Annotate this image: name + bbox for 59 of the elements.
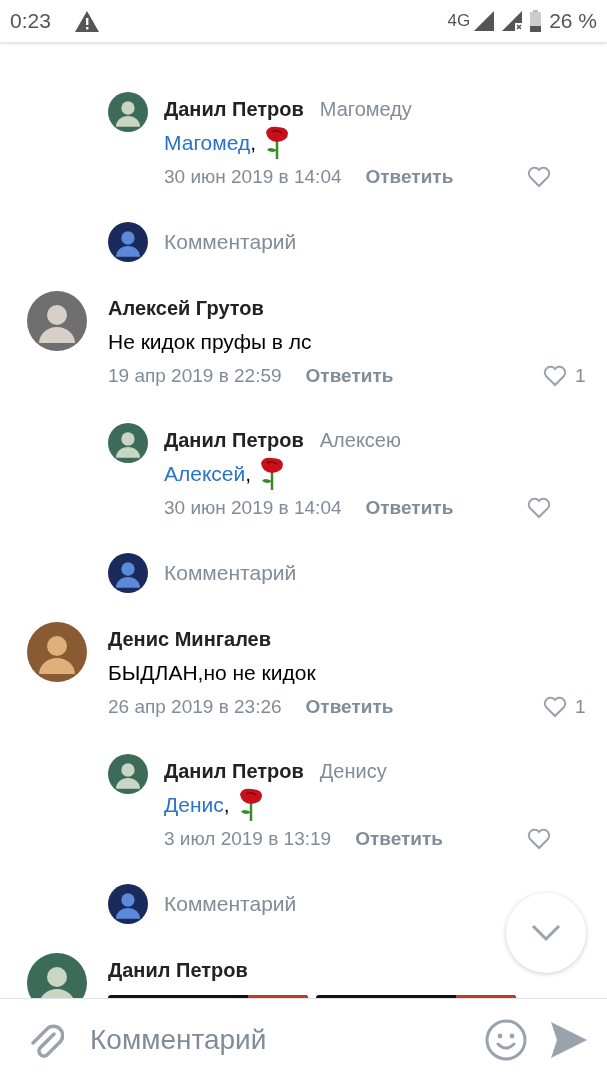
like-icon[interactable] bbox=[543, 696, 567, 718]
battery-icon bbox=[530, 10, 542, 32]
rose-icon bbox=[259, 457, 286, 491]
avatar bbox=[108, 884, 148, 924]
reply-link[interactable]: Ответить bbox=[355, 822, 443, 856]
avatar bbox=[108, 92, 148, 132]
signal-icon bbox=[474, 11, 495, 31]
reply-field[interactable]: Комментарий bbox=[164, 888, 297, 920]
reply-field[interactable]: Комментарий bbox=[164, 557, 297, 589]
avatar bbox=[27, 291, 87, 351]
like-icon[interactable] bbox=[527, 828, 551, 850]
battery-level: 26 % bbox=[549, 8, 597, 35]
mention-link[interactable]: Магомед bbox=[164, 131, 251, 154]
comment-date: 26 апр 2019 в 23:26 bbox=[108, 695, 282, 719]
reply-link[interactable]: Ответить bbox=[305, 359, 394, 393]
author-name: Денис Мингалев bbox=[108, 627, 273, 652]
like-count: 1 bbox=[575, 364, 586, 388]
reply-recipient: Магомеду bbox=[319, 98, 412, 120]
comment-date: 3 июл 2019 в 13:19 bbox=[164, 827, 332, 851]
author-name: Данил Петров bbox=[108, 958, 249, 983]
rose-icon bbox=[264, 126, 291, 160]
avatar bbox=[108, 423, 148, 463]
comment-text: Не кидок пруфы в лс bbox=[108, 329, 313, 355]
avatar bbox=[27, 622, 87, 682]
mention-link[interactable]: Денис bbox=[164, 793, 224, 816]
scroll-down-button[interactable] bbox=[506, 893, 586, 973]
comment-text: Денис, bbox=[164, 792, 230, 818]
avatar bbox=[108, 222, 148, 262]
rose-icon bbox=[237, 788, 264, 822]
send-icon[interactable] bbox=[551, 1021, 587, 1058]
comment-text: Алексей, bbox=[164, 461, 252, 487]
comment-text: Магомед, bbox=[164, 130, 257, 156]
author-name: Данил Петров bbox=[164, 98, 304, 120]
like-icon[interactable] bbox=[543, 365, 567, 387]
comment-date: 19 апр 2019 в 22:59 bbox=[108, 364, 282, 388]
like-icon[interactable] bbox=[527, 166, 551, 188]
comment-date: 30 июн 2019 в 14:04 bbox=[164, 165, 342, 189]
like-icon[interactable] bbox=[527, 497, 551, 519]
chevron-down-icon bbox=[531, 924, 561, 942]
comment-text: БЫДЛАН,но не кидок bbox=[108, 660, 317, 686]
author-name: Данил Петров bbox=[164, 429, 304, 451]
mention-link[interactable]: Алексей bbox=[164, 462, 246, 485]
emoji-icon[interactable] bbox=[485, 1018, 527, 1061]
avatar bbox=[108, 553, 148, 593]
clock: 0:23 bbox=[10, 8, 51, 35]
reply-field[interactable]: Комментарий bbox=[164, 226, 297, 258]
reply-link[interactable]: Ответить bbox=[305, 690, 394, 724]
warning-icon bbox=[74, 10, 99, 32]
like-count: 1 bbox=[575, 695, 586, 719]
author-name: Алексей Грутов bbox=[108, 296, 265, 321]
network-type: 4G bbox=[447, 10, 471, 33]
author-name: Данил Петров bbox=[164, 760, 304, 782]
comment-date: 30 июн 2019 в 14:04 bbox=[164, 496, 342, 520]
reply-link[interactable]: Ответить bbox=[365, 160, 454, 194]
no-signal-icon bbox=[502, 11, 523, 31]
reply-recipient: Алексею bbox=[319, 429, 401, 451]
avatar bbox=[108, 754, 148, 794]
reply-link[interactable]: Ответить bbox=[365, 491, 454, 525]
reply-recipient: Денису bbox=[319, 760, 387, 782]
